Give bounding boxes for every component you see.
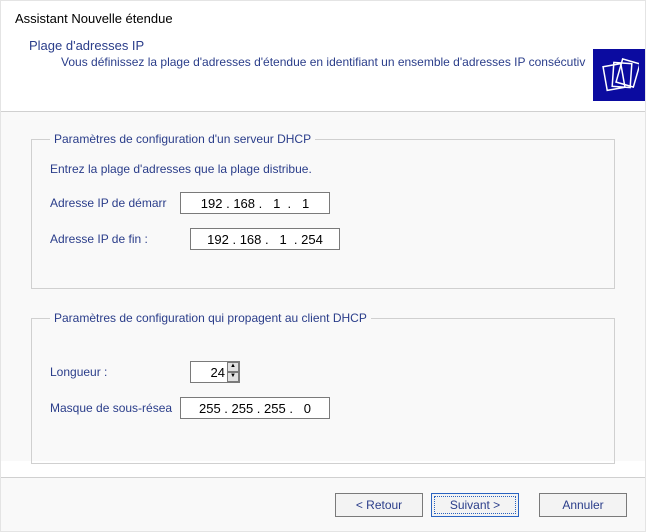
cancel-button[interactable]: Annuler — [539, 493, 627, 517]
next-button[interactable]: Suivant > — [431, 493, 519, 517]
pages-icon — [593, 49, 645, 101]
row-mask: Masque de sous-résea — [50, 397, 596, 419]
header-subtitle: Plage d'adresses IP — [15, 38, 631, 53]
dhcp-server-instruction: Entrez la plage d'adresses que la plage … — [50, 162, 596, 176]
wizard-body: Paramètres de configuration d'un serveur… — [1, 111, 645, 461]
end-ip-input[interactable] — [190, 228, 340, 250]
group-dhcp-server: Paramètres de configuration d'un serveur… — [31, 132, 615, 289]
row-end-ip: Adresse IP de fin : — [50, 228, 596, 250]
group-dhcp-client: Paramètres de configuration qui propagen… — [31, 311, 615, 464]
spinner-up-button[interactable]: ▲ — [227, 362, 239, 372]
mask-input[interactable] — [180, 397, 330, 419]
wizard-footer: < Retour Suivant > Annuler — [1, 477, 645, 531]
spinner-down-button[interactable]: ▼ — [227, 372, 239, 382]
header-description: Vous définissez la plage d'adresses d'ét… — [15, 55, 631, 69]
spinner-buttons: ▲ ▼ — [227, 362, 239, 382]
group-dhcp-server-legend: Paramètres de configuration d'un serveur… — [50, 132, 315, 146]
row-start-ip: Adresse IP de démarr — [50, 192, 596, 214]
length-label: Longueur : — [50, 365, 190, 379]
end-ip-label: Adresse IP de fin : — [50, 232, 190, 246]
window-title: Assistant Nouvelle étendue — [15, 11, 631, 26]
back-button[interactable]: < Retour — [335, 493, 423, 517]
wizard-dialog: Assistant Nouvelle étendue Plage d'adres… — [0, 0, 646, 532]
length-spinner[interactable]: ▲ ▼ — [190, 361, 240, 383]
wizard-header: Assistant Nouvelle étendue Plage d'adres… — [1, 1, 645, 111]
mask-label: Masque de sous-résea — [50, 401, 190, 415]
start-ip-label: Adresse IP de démarr — [50, 196, 190, 210]
start-ip-input[interactable] — [180, 192, 330, 214]
row-length: Longueur : ▲ ▼ — [50, 361, 596, 383]
group-dhcp-client-legend: Paramètres de configuration qui propagen… — [50, 311, 371, 325]
